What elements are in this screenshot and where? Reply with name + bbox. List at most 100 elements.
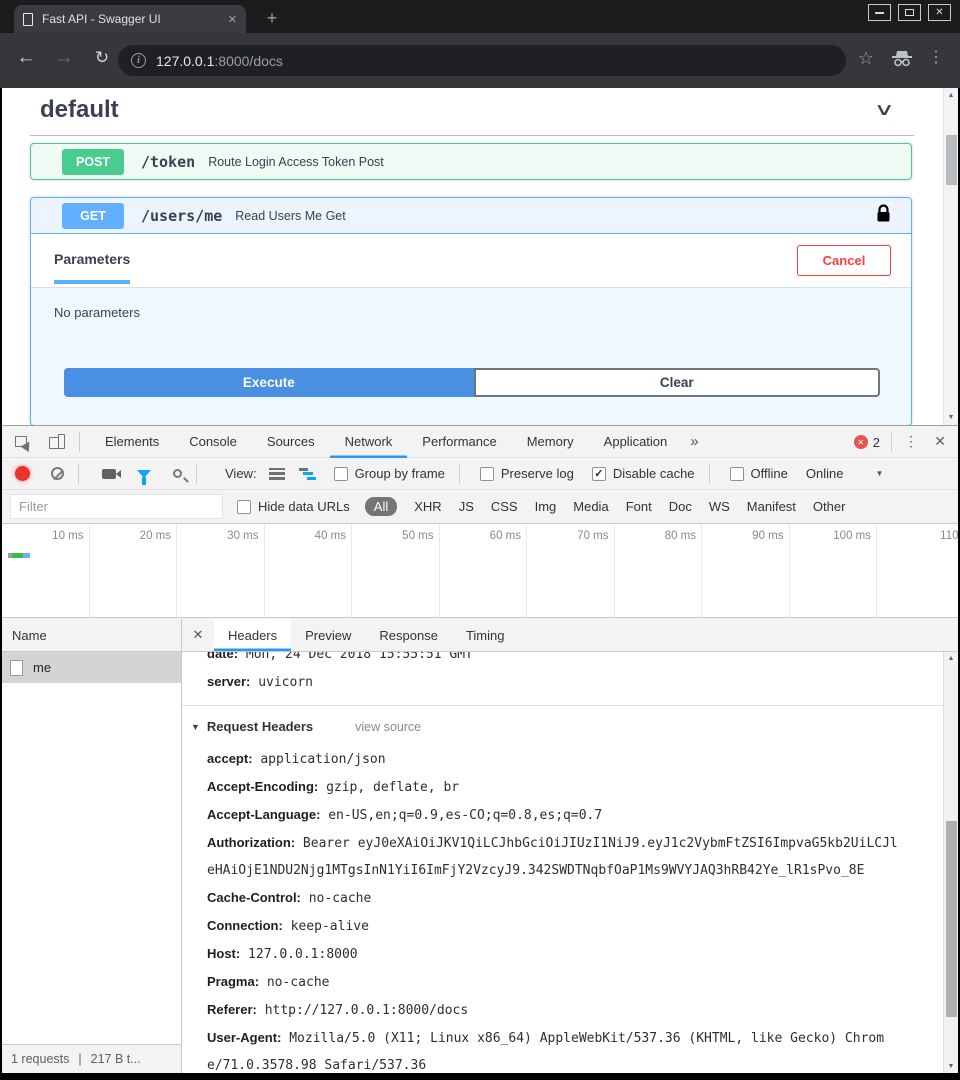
document-icon xyxy=(10,660,23,676)
request-headers-section[interactable]: ▼ Request Headers view source xyxy=(182,711,958,742)
devtools-tab-sources[interactable]: Sources xyxy=(252,426,330,458)
devtools-tabs: ElementsConsoleSourcesNetworkPerformance… xyxy=(90,426,682,458)
devtools-tab-network[interactable]: Network xyxy=(330,426,408,458)
offline-checkbox[interactable] xyxy=(730,467,744,481)
detail-tab-timing[interactable]: Timing xyxy=(452,619,519,651)
clear-button[interactable]: Clear xyxy=(474,368,880,397)
window-minimize-button[interactable] xyxy=(868,4,891,21)
address-bar[interactable]: i 127.0.0.1:8000/docs xyxy=(118,45,846,76)
scroll-down-icon[interactable]: ▼ xyxy=(944,414,958,421)
filter-type-ws[interactable]: WS xyxy=(709,499,730,514)
filter-type-doc[interactable]: Doc xyxy=(669,499,692,514)
parameters-tab[interactable]: Parameters xyxy=(54,251,130,267)
devtools-tab-performance[interactable]: Performance xyxy=(407,426,511,458)
hide-data-urls-checkbox[interactable] xyxy=(237,500,251,514)
timeline-tick: 100 ms xyxy=(790,524,878,617)
filter-type-js[interactable]: JS xyxy=(459,499,474,514)
more-tabs-icon[interactable]: » xyxy=(682,433,706,450)
request-row[interactable]: me xyxy=(2,652,181,683)
waterfall-view-icon[interactable] xyxy=(299,468,316,480)
auth-lock-icon[interactable] xyxy=(876,204,891,228)
back-button[interactable]: ← xyxy=(12,47,40,69)
throttling-select[interactable]: Online xyxy=(806,466,844,481)
throttling-caret-icon[interactable]: ▼ xyxy=(875,469,883,478)
page-scrollbar-thumb[interactable] xyxy=(946,135,957,185)
opblock-get-users-me: GET /users/me Read Users Me Get Paramete… xyxy=(30,197,912,425)
cancel-button[interactable]: Cancel xyxy=(797,245,891,276)
devtools-tab-application[interactable]: Application xyxy=(589,426,683,458)
detail-tab-response[interactable]: Response xyxy=(365,619,452,651)
summary-separator: | xyxy=(78,1052,81,1066)
get-summary-row[interactable]: GET /users/me Read Users Me Get xyxy=(31,198,911,234)
disable-cache-checkbox[interactable]: ✓ xyxy=(592,467,606,481)
filter-input[interactable] xyxy=(10,494,223,519)
devtools-tab-memory[interactable]: Memory xyxy=(512,426,589,458)
filter-type-css[interactable]: CSS xyxy=(491,499,518,514)
browser-tab[interactable]: Fast API - Swagger UI ✕ xyxy=(14,5,246,33)
header-value: 127.0.0.1:8000 xyxy=(248,947,358,962)
detail-tab-bar: ✕ HeadersPreviewResponseTiming xyxy=(182,619,958,652)
header-name: Cache-Control: xyxy=(207,890,301,905)
filter-type-img[interactable]: Img xyxy=(535,499,557,514)
detail-tab-preview[interactable]: Preview xyxy=(291,619,365,651)
site-info-icon[interactable]: i xyxy=(131,53,146,68)
filter-type-font[interactable]: Font xyxy=(626,499,652,514)
detail-scrollbar-thumb[interactable] xyxy=(946,821,957,1017)
hide-data-urls-label[interactable]: Hide data URLs xyxy=(258,499,350,514)
preserve-log-label[interactable]: Preserve log xyxy=(501,466,574,481)
incognito-icon xyxy=(890,50,914,72)
detail-tab-headers[interactable]: Headers xyxy=(214,619,291,651)
group-by-frame-label[interactable]: Group by frame xyxy=(355,466,445,481)
filter-type-xhr[interactable]: XHR xyxy=(414,499,441,514)
list-view-icon[interactable] xyxy=(269,468,285,480)
detail-scrollbar[interactable]: ▲ ▼ xyxy=(943,652,958,1073)
network-overview-timeline[interactable]: 10 ms20 ms30 ms40 ms50 ms60 ms70 ms80 ms… xyxy=(2,524,958,618)
forward-button[interactable]: → xyxy=(50,47,78,69)
get-method-badge: GET xyxy=(62,203,124,229)
filter-type-media[interactable]: Media xyxy=(573,499,608,514)
disclosure-triangle-icon[interactable]: ▼ xyxy=(191,722,200,732)
devtools-tab-console[interactable]: Console xyxy=(174,426,252,458)
view-source-link[interactable]: view source xyxy=(355,720,421,734)
devtools-close-icon[interactable]: ✕ xyxy=(934,433,946,450)
timeline-tick: 60 ms xyxy=(440,524,528,617)
request-headers-title: Request Headers xyxy=(207,719,313,734)
device-toolbar-icon[interactable] xyxy=(49,434,65,450)
header-name: Authorization: xyxy=(207,835,295,850)
detail-close-icon[interactable]: ✕ xyxy=(182,619,214,651)
window-close-button[interactable]: ✕ xyxy=(928,4,951,21)
view-label: View: xyxy=(225,466,257,481)
header-value: Mozilla/5.0 (X11; Linux x86_64) AppleWeb… xyxy=(207,1031,884,1073)
page-scrollbar[interactable]: ▲ ▼ xyxy=(943,88,958,425)
record-button[interactable] xyxy=(15,466,30,481)
preserve-log-checkbox[interactable] xyxy=(480,467,494,481)
clear-requests-icon[interactable] xyxy=(51,467,64,480)
filter-type-manifest[interactable]: Manifest xyxy=(747,499,796,514)
search-icon[interactable] xyxy=(173,469,182,478)
tab-close-icon[interactable]: ✕ xyxy=(228,13,237,26)
section-chevron-down-icon[interactable]: ∨ xyxy=(873,100,894,120)
bookmark-star-icon[interactable]: ☆ xyxy=(858,48,874,69)
devtools-tab-elements[interactable]: Elements xyxy=(90,426,174,458)
reload-button[interactable]: ↻ xyxy=(88,48,116,68)
scroll-up-icon[interactable]: ▲ xyxy=(944,655,958,662)
scroll-down-icon[interactable]: ▼ xyxy=(944,1063,958,1070)
inspect-element-icon[interactable] xyxy=(15,434,32,450)
devtools-menu-icon[interactable]: ⋮ xyxy=(904,433,918,450)
browser-menu-icon[interactable]: ⋮ xyxy=(928,47,944,67)
screenshot-capture-icon[interactable] xyxy=(102,469,116,479)
name-column-header[interactable]: Name xyxy=(2,619,181,652)
new-tab-button[interactable]: + xyxy=(260,7,284,31)
disable-cache-label[interactable]: Disable cache xyxy=(613,466,695,481)
group-by-frame-checkbox[interactable] xyxy=(334,467,348,481)
header-line: Accept-Language: en-US,en;q=0.9,es-CO;q=… xyxy=(207,801,899,829)
filter-type-other[interactable]: Other xyxy=(813,499,846,514)
opblock-post-token[interactable]: POST /token Route Login Access Token Pos… xyxy=(30,143,912,180)
filter-type-all[interactable]: All xyxy=(365,497,397,516)
execute-button[interactable]: Execute xyxy=(64,368,474,397)
filter-funnel-icon[interactable] xyxy=(137,470,151,478)
console-error-indicator[interactable]: ✕ 2 xyxy=(854,426,880,458)
window-maximize-button[interactable] xyxy=(898,4,921,21)
scroll-up-icon[interactable]: ▲ xyxy=(944,92,958,99)
offline-label[interactable]: Offline xyxy=(751,466,788,481)
